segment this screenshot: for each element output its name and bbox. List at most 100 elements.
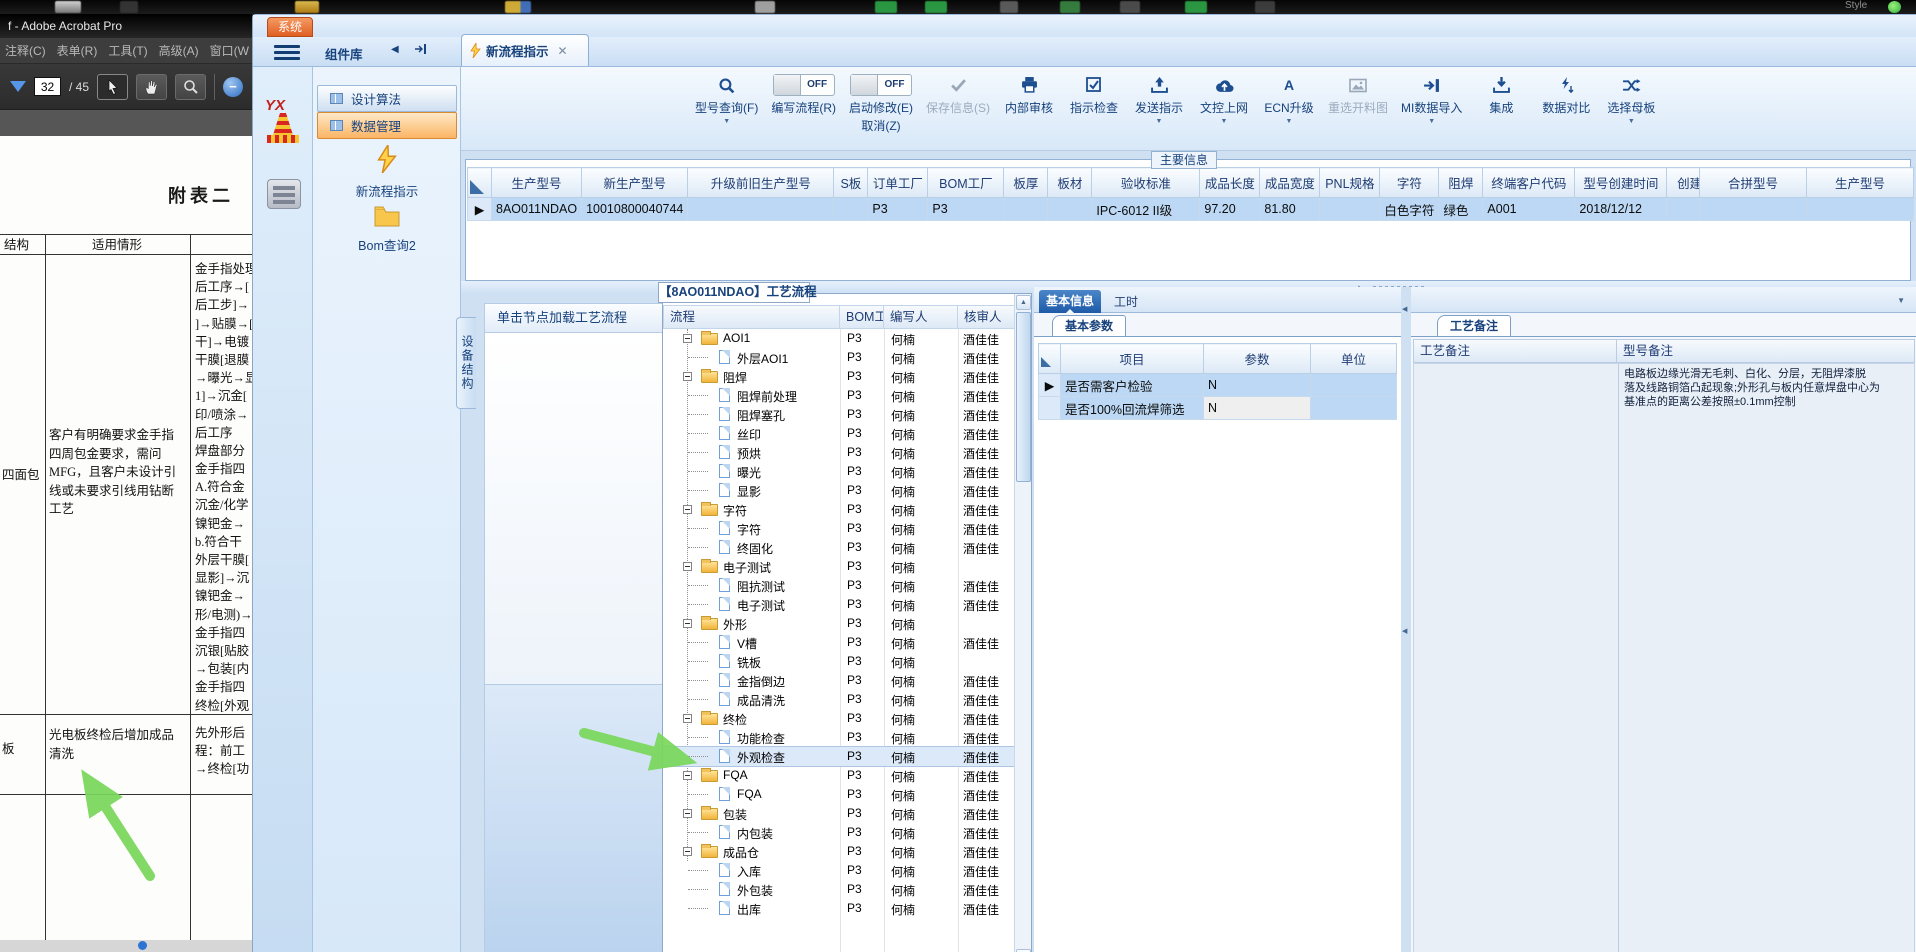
dock-pin-button[interactable] xyxy=(415,44,427,57)
subtab-basic-params[interactable]: 基本参数 xyxy=(1052,315,1127,336)
toolbar-data-compare-button[interactable]: 数据对比 xyxy=(1540,73,1592,150)
main-table-row[interactable]: ▶ 8AO011NDAO 10010800040744 P3 P3 IPC-6012 II… xyxy=(467,197,1726,221)
collapse-toggle-icon[interactable] xyxy=(683,372,692,381)
flow-node-row-step[interactable]: 内包装 P3 何楠 酒佳佳 xyxy=(663,823,1015,842)
flow-node-row-step[interactable]: FQA P3 何楠 酒佳佳 xyxy=(663,785,1015,804)
main-table-cell[interactable]: A001 xyxy=(1482,197,1576,221)
taskbar-icon[interactable] xyxy=(875,1,897,13)
flow-node-row-folder[interactable]: 外形 P3 何楠 xyxy=(663,614,1015,633)
flow-node-row-step[interactable]: 阻抗测试 P3 何楠 酒佳佳 xyxy=(663,576,1015,595)
marquee-zoom-button[interactable] xyxy=(175,73,207,100)
main-table-col-header[interactable]: 终端客户代码 xyxy=(1482,167,1576,198)
main-table-cell[interactable]: 白色字符 xyxy=(1379,197,1440,221)
dropdown-caret-icon[interactable]: ▼ xyxy=(1156,118,1163,125)
main-table-col-header[interactable]: PNL规格 xyxy=(1319,167,1381,198)
dropdown-caret-icon[interactable]: ▼ xyxy=(1628,118,1635,125)
chevron-down-icon[interactable]: ▼ xyxy=(1897,296,1905,305)
param-unit[interactable] xyxy=(1310,396,1397,420)
close-tab-icon[interactable]: ✕ xyxy=(558,44,568,58)
flow-node-row-step[interactable]: 功能检查 P3 何楠 酒佳佳 xyxy=(663,728,1015,747)
merge-col-header[interactable]: 生产型号 xyxy=(1806,167,1914,198)
collapse-toggle-icon[interactable] xyxy=(683,619,692,628)
toolbar-internal-audit-button[interactable]: 内部审核 xyxy=(1003,73,1055,150)
flow-node-row-step[interactable]: 外包装 P3 何楠 酒佳佳 xyxy=(663,880,1015,899)
taskbar-icon[interactable] xyxy=(295,1,319,13)
calculator-icon[interactable] xyxy=(267,179,301,209)
col-header-bom-factory[interactable]: BOM工厂 xyxy=(840,305,884,329)
main-table-cell[interactable]: 97.20 xyxy=(1199,197,1261,221)
main-table-cell[interactable]: 2018/12/12 xyxy=(1574,197,1668,221)
main-table-cell[interactable] xyxy=(1047,197,1093,221)
taskbar-icon[interactable] xyxy=(1120,1,1140,13)
tab-basic-info[interactable]: 基本信息 xyxy=(1039,290,1101,314)
toggle-switch[interactable]: OFF xyxy=(772,74,835,96)
collapse-toggle-icon[interactable] xyxy=(683,505,692,514)
param-col-header[interactable]: 项目 xyxy=(1060,343,1204,374)
flow-node-row-step[interactable]: 金指倒边 P3 何楠 酒佳佳 xyxy=(663,671,1015,690)
toolbar-reselect-cutting-diagram-button[interactable]: 重选开料图 xyxy=(1328,73,1388,150)
yx-logo[interactable]: YX xyxy=(265,97,303,149)
toolbar-ecn-upgrade-button[interactable]: A ECN升级 ▼ xyxy=(1263,73,1315,150)
main-table-cell[interactable] xyxy=(687,197,835,221)
merge-col-header[interactable]: 合拼型号 xyxy=(1699,167,1807,198)
toggle-switch[interactable]: OFF xyxy=(850,74,912,96)
hand-tool-button[interactable] xyxy=(136,73,168,100)
main-table-col-header[interactable]: 成品长度 xyxy=(1199,167,1261,198)
col-header-flow[interactable]: 流程 xyxy=(663,305,840,329)
acrobat-menu-item[interactable]: 高级(A) xyxy=(159,42,199,59)
main-table-col-header[interactable]: 字符 xyxy=(1379,167,1440,198)
acrobat-menu-item[interactable]: 工具(T) xyxy=(108,42,147,59)
main-table-col-header[interactable]: 型号创建时间 xyxy=(1574,167,1668,198)
acrobat-menu-item[interactable]: 注释(C) xyxy=(5,42,46,59)
col-header-writer[interactable]: 编写人 xyxy=(884,305,958,329)
flow-node-row-folder[interactable]: 包装 P3 何楠 酒佳佳 xyxy=(663,804,1015,823)
main-table-col-header[interactable]: 验收标准 xyxy=(1091,167,1201,198)
main-table-col-header[interactable]: S板 xyxy=(833,167,869,198)
flow-node-row-step[interactable]: 成品清洗 P3 何楠 酒佳佳 xyxy=(663,690,1015,709)
flow-node-row-folder[interactable]: AOI1 P3 何楠 酒佳佳 xyxy=(663,329,1015,348)
flow-node-row-step[interactable]: 外观检查 P3 何楠 酒佳佳 xyxy=(663,746,1015,767)
flow-node-row-step[interactable]: V槽 P3 何楠 酒佳佳 xyxy=(663,633,1015,652)
dock-button-data-management[interactable]: 数据管理 xyxy=(317,112,457,139)
param-item[interactable]: 是否需客户检验 xyxy=(1060,373,1204,397)
main-table-col-header[interactable]: 成品宽度 xyxy=(1259,167,1321,198)
main-table-col-header[interactable]: 板厚 xyxy=(1003,167,1049,198)
toolbar-select-motherboard-button[interactable]: 选择母板 ▼ xyxy=(1605,73,1657,150)
toolbar-model-query-button[interactable]: 型号查询(F) ▼ xyxy=(695,73,758,150)
next-page-icon[interactable] xyxy=(10,81,26,100)
main-table-cell[interactable] xyxy=(833,197,869,221)
page-number-input[interactable] xyxy=(34,77,61,96)
dropdown-caret-icon[interactable]: ▼ xyxy=(1221,118,1228,125)
flow-node-row-step[interactable]: 曝光 P3 何楠 酒佳佳 xyxy=(663,462,1015,481)
param-value[interactable]: N xyxy=(1203,396,1311,420)
tab-work-hours[interactable]: 工时 xyxy=(1106,293,1146,310)
flow-node-row-step[interactable]: 终固化 P3 何楠 酒佳佳 xyxy=(663,538,1015,557)
main-table-cell[interactable]: 8AO011NDAO xyxy=(490,197,583,221)
param-value[interactable]: N xyxy=(1203,373,1311,397)
collapse-toggle-icon[interactable] xyxy=(683,562,692,571)
col-header-craft-remark[interactable]: 工艺备注 xyxy=(1413,339,1617,363)
main-table-cell[interactable] xyxy=(1319,197,1381,221)
collapse-left-icon[interactable]: ◀ xyxy=(1402,627,1407,635)
flow-node-row-step[interactable]: 丝印 P3 何楠 酒佳佳 xyxy=(663,424,1015,443)
main-table-cell[interactable]: 10010800040744 xyxy=(581,197,689,221)
flow-node-row-folder[interactable]: 终检 P3 何楠 酒佳佳 xyxy=(663,709,1015,728)
toolbar-instruction-check-button[interactable]: 指示检查 xyxy=(1068,73,1120,150)
main-table-col-header[interactable]: 生产型号 xyxy=(490,167,583,198)
flow-node-row-step[interactable]: 预烘 P3 何楠 酒佳佳 xyxy=(663,443,1015,462)
taskbar-icon[interactable] xyxy=(120,1,138,13)
main-table-cell[interactable]: P3 xyxy=(867,197,929,221)
select-tool-button[interactable] xyxy=(97,73,129,100)
flow-node-row-folder[interactable]: 电子测试 P3 何楠 xyxy=(663,557,1015,576)
flow-node-row-folder[interactable]: 字符 P3 何楠 酒佳佳 xyxy=(663,500,1015,519)
toolbar-start-edit-button[interactable]: OFF 启动修改(E) 取消(Z) xyxy=(849,73,913,150)
main-table-col-header[interactable]: 升级前旧生产型号 xyxy=(687,167,835,198)
toolbar-write-flow-button[interactable]: OFF 编写流程(R) xyxy=(771,73,836,150)
dock-button-design-algorithm[interactable]: 设计算法 xyxy=(317,85,457,112)
dropdown-caret-icon[interactable]: ▼ xyxy=(1286,118,1293,125)
dock-item-new-flow[interactable]: 新流程指示 xyxy=(327,142,447,200)
taskbar-icon[interactable] xyxy=(1255,1,1275,13)
main-table-cell[interactable] xyxy=(1003,197,1049,221)
param-col-header[interactable]: 单位 xyxy=(1310,343,1397,374)
param-col-header[interactable]: 参数 xyxy=(1203,343,1311,374)
